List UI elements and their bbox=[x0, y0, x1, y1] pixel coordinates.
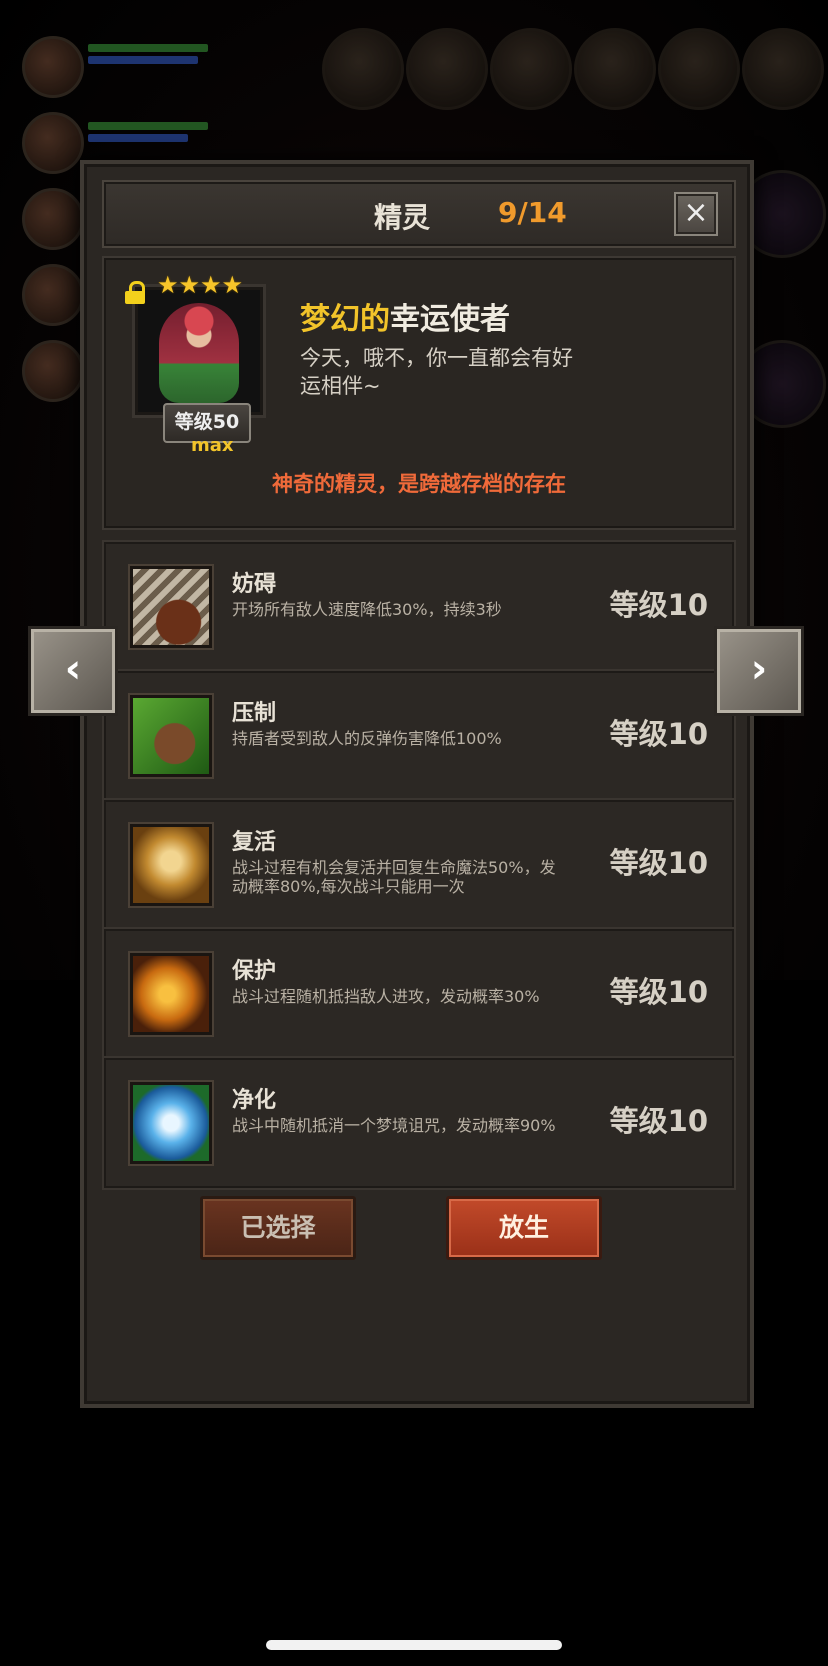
home-indicator[interactable] bbox=[266, 1640, 562, 1650]
hp-bar bbox=[88, 122, 208, 130]
close-button[interactable]: × bbox=[674, 192, 718, 236]
skill-level: 等级10 bbox=[609, 588, 708, 622]
skill-row[interactable]: 妨碍 开场所有敌人速度降低30%，持续3秒 等级10 bbox=[102, 540, 736, 674]
hero-avatar bbox=[22, 188, 84, 250]
sprite-info: ★ ★ ★ ★ 等级50 max 梦幻的幸运使者 今天，哦不，你一直都会有好运相伴~ … bbox=[102, 256, 736, 530]
skill-level: 等级10 bbox=[609, 1104, 708, 1138]
prev-sprite-button[interactable]: ‹ bbox=[28, 626, 118, 716]
item-slot bbox=[322, 28, 404, 110]
skill-row[interactable]: 压制 持盾者受到敌人的反弹伤害降低100% 等级10 bbox=[102, 669, 736, 803]
max-label: max bbox=[191, 435, 234, 456]
skill-name: 压制 bbox=[232, 701, 277, 726]
skill-level: 等级10 bbox=[609, 717, 708, 751]
selected-button[interactable]: 已选择 bbox=[200, 1196, 356, 1260]
star-icon: ★ bbox=[200, 271, 222, 299]
hp-bar bbox=[88, 44, 208, 52]
hero-avatar bbox=[22, 340, 84, 402]
fairy-shield-icon bbox=[130, 953, 212, 1035]
sprite-portrait[interactable]: ★ ★ ★ ★ 等级50 max bbox=[125, 273, 266, 456]
mp-bar bbox=[88, 56, 198, 64]
next-sprite-button[interactable]: › bbox=[714, 626, 804, 716]
item-slot bbox=[574, 28, 656, 110]
skill-level: 等级10 bbox=[609, 975, 708, 1009]
claw-icon bbox=[130, 695, 212, 777]
close-icon: × bbox=[683, 195, 709, 230]
skill-name: 复活 bbox=[232, 830, 277, 855]
skill-level: 等级10 bbox=[609, 846, 708, 880]
skill-row[interactable]: 复活 战斗过程有机会复活并回复生命魔法50%，发动概率80%,每次战斗只能用一次… bbox=[102, 798, 736, 932]
title-bar: 精灵 9/14 × bbox=[102, 180, 736, 248]
revive-icon bbox=[130, 824, 212, 906]
item-slot bbox=[742, 28, 824, 110]
skill-row[interactable]: 净化 战斗中随机抵消一个梦境诅咒，发动概率90% 等级10 bbox=[102, 1056, 736, 1190]
panel-title: 精灵 bbox=[374, 201, 431, 234]
lock-icon bbox=[125, 281, 145, 304]
skill-description: 战斗过程有机会复活并回复生命魔法50%，发动概率80%,每次战斗只能用一次 bbox=[232, 858, 556, 896]
sprite-tagline: 神奇的精灵，是跨越存档的存在 bbox=[272, 472, 566, 496]
sprite-figure-image bbox=[159, 303, 239, 403]
hero-avatar bbox=[22, 264, 84, 326]
sprite-count: 9/14 bbox=[498, 196, 567, 229]
hero-avatar bbox=[22, 112, 84, 174]
skill-name: 净化 bbox=[232, 1088, 277, 1113]
chevron-left-icon: ‹ bbox=[64, 646, 82, 692]
skill-description: 开场所有敌人速度降低30%，持续3秒 bbox=[232, 600, 502, 619]
item-slot bbox=[658, 28, 740, 110]
blue-flower-icon bbox=[130, 1082, 212, 1164]
star-rating: ★ ★ ★ ★ bbox=[157, 273, 243, 297]
item-slot bbox=[490, 28, 572, 110]
sprite-panel: 精灵 9/14 × ★ ★ ★ ★ 等级50 max 梦幻的幸运使者 今天，哦不，你一… bbox=[80, 160, 754, 1408]
sprite-name-main: 幸运使者 bbox=[390, 302, 510, 337]
sprite-name: 梦幻的幸运使者 bbox=[300, 294, 510, 338]
mp-bar bbox=[88, 134, 188, 142]
skill-row[interactable]: 保护 战斗过程随机抵挡敌人进攻，发动概率30% 等级10 bbox=[102, 927, 736, 1061]
skill-name: 保护 bbox=[232, 959, 277, 984]
release-button[interactable]: 放生 bbox=[446, 1196, 602, 1260]
chevron-right-icon: › bbox=[750, 646, 768, 692]
skill-description: 战斗过程随机抵挡敌人进攻，发动概率30% bbox=[232, 987, 540, 1006]
sprite-description: 今天，哦不，你一直都会有好运相伴~ bbox=[300, 346, 573, 398]
skill-description: 持盾者受到敌人的反弹伤害降低100% bbox=[232, 729, 502, 748]
item-slot bbox=[406, 28, 488, 110]
chain-boot-icon bbox=[130, 566, 212, 648]
star-icon: ★ bbox=[178, 271, 201, 299]
skill-description: 战斗中随机抵消一个梦境诅咒，发动概率90% bbox=[232, 1116, 556, 1135]
star-icon: ★ bbox=[157, 271, 179, 299]
sprite-name-adjective: 梦幻的 bbox=[300, 302, 390, 337]
skill-name: 妨碍 bbox=[232, 572, 277, 597]
star-icon: ★ bbox=[221, 271, 244, 299]
hero-avatar bbox=[22, 36, 84, 98]
